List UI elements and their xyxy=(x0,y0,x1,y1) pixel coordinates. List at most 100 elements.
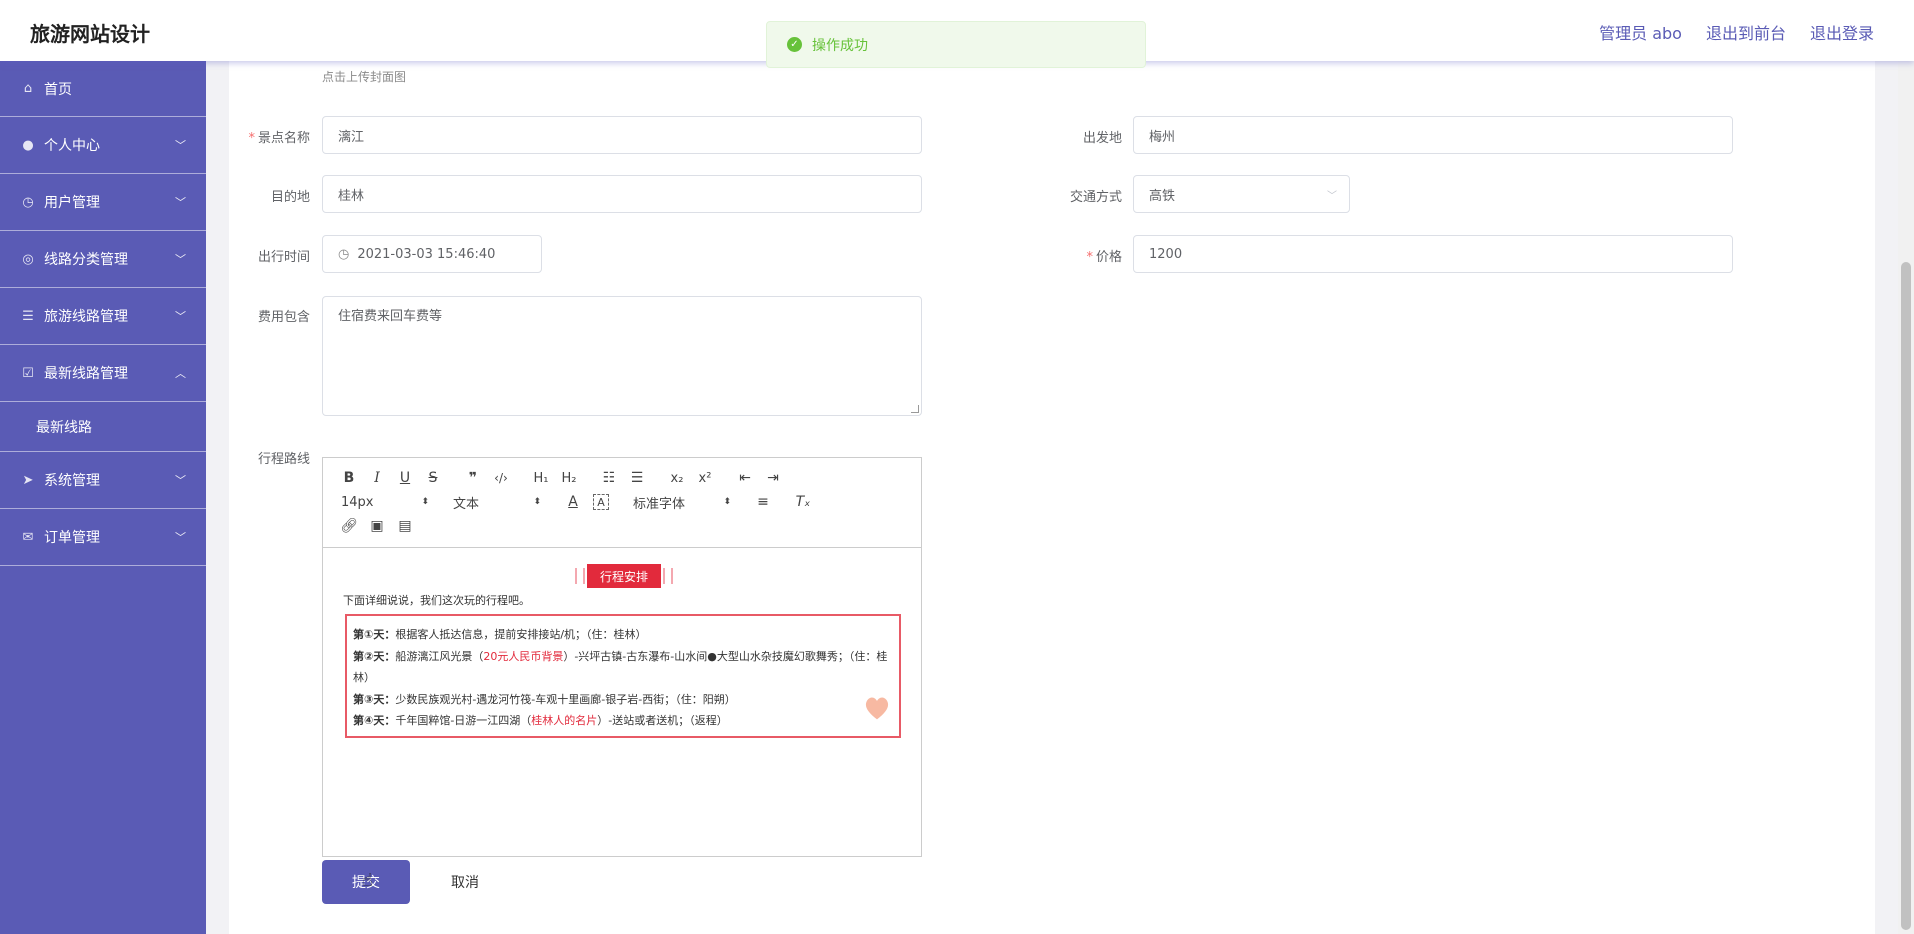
chevron-down-icon: ﹀ xyxy=(175,139,186,152)
rich-text-editor[interactable]: B I U S ❞ ‹/› H₁ H₂ ☷ ☰ x₂ x² ⇤ ⇥ 14px ⬍ … xyxy=(322,457,922,857)
mouse-pointer-icon: ☝ xyxy=(362,870,373,891)
mail-icon: ✉ xyxy=(22,529,34,545)
checkbox-icon: ☑ xyxy=(22,365,34,381)
itinerary-label: 行程路线 xyxy=(257,452,310,467)
align-icon[interactable]: ≡ xyxy=(749,491,777,513)
updown-icon: ⬍ xyxy=(533,497,541,507)
itinerary-banner: 行程安排 xyxy=(587,564,661,588)
toast-message: 操作成功 xyxy=(812,37,868,54)
editor-toolbar: B I U S ❞ ‹/› H₁ H₂ ☷ ☰ x₂ x² ⇤ ⇥ 14px ⬍ … xyxy=(323,458,921,548)
fee-includes-label: 费用包含 xyxy=(257,310,310,325)
sidebar-item-label: 最新线路管理 xyxy=(44,366,128,382)
italic-icon[interactable]: I xyxy=(363,467,391,489)
resize-handle-icon[interactable] xyxy=(911,405,919,413)
font-color-icon[interactable]: A xyxy=(559,491,587,513)
video-icon[interactable]: ▤ xyxy=(391,515,419,537)
departure-input[interactable]: 梅州 xyxy=(1133,116,1733,154)
font-size-select[interactable]: 14px ⬍ xyxy=(335,495,435,510)
heading-2-icon[interactable]: H₂ xyxy=(555,467,583,489)
sidebar-item-order-management[interactable]: ✉ 订单管理 ﹀ xyxy=(0,509,206,566)
transport-select[interactable]: 高铁 ﹀ xyxy=(1133,175,1350,213)
sidebar-item-tour-routes[interactable]: ☰ 旅游线路管理 ﹀ xyxy=(0,288,206,345)
sidebar-item-latest-routes-management[interactable]: ☑ 最新线路管理 ︿ xyxy=(0,345,206,402)
compass-icon: ◎ xyxy=(22,251,34,267)
top-links: 管理员 abo 退出到前台 退出登录 xyxy=(1599,20,1874,44)
success-toast: ✓ 操作成功 xyxy=(766,21,1146,68)
fee-includes-textarea[interactable]: 住宿费来回车费等 xyxy=(322,296,922,416)
decoration xyxy=(575,568,585,584)
exit-to-frontend-link[interactable]: 退出到前台 xyxy=(1706,20,1786,44)
sidebar-item-label: 个人中心 xyxy=(44,138,100,154)
travel-time-label: 出行时间 xyxy=(257,250,310,265)
sidebar-item-label: 用户管理 xyxy=(44,195,100,211)
app-title: 旅游网站设计 xyxy=(30,22,150,46)
blockquote-icon[interactable]: ❞ xyxy=(459,467,487,489)
price-label: * 价格 xyxy=(1086,250,1122,265)
clock-icon: ◷ xyxy=(22,194,34,210)
image-icon[interactable]: ▣ xyxy=(363,515,391,537)
sidebar-item-user-management[interactable]: ◷ 用户管理 ﹀ xyxy=(0,174,206,231)
departure-label: 出发地 xyxy=(1082,131,1122,146)
itinerary-box: 第①天：根据客人抵达信息，提前安排接站/机；（住：桂林） 第②天：船游漓江风光景… xyxy=(345,614,901,738)
outdent-icon[interactable]: ⇤ xyxy=(731,467,759,489)
logout-link[interactable]: 退出登录 xyxy=(1810,20,1874,44)
link-icon[interactable]: 🔗︎ xyxy=(335,515,363,537)
chevron-down-icon: ﹀ xyxy=(175,253,186,266)
bold-icon[interactable]: B xyxy=(335,467,363,489)
itinerary-day: 第④天：千年国粹馆-日游一江四湖（桂林人的名片）-送站或者送机；（返程） xyxy=(353,714,728,727)
sidebar-item-label: 线路分类管理 xyxy=(44,252,128,268)
clock-icon: ◷ xyxy=(338,246,350,262)
admin-user-link[interactable]: 管理员 abo xyxy=(1599,20,1682,44)
price-input[interactable]: 1200 xyxy=(1133,235,1733,273)
code-block-icon[interactable]: ‹/› xyxy=(487,467,515,489)
sidebar-item-route-category[interactable]: ◎ 线路分类管理 ﹀ xyxy=(0,231,206,288)
chevron-down-icon: ﹀ xyxy=(175,474,186,487)
scrollbar-thumb[interactable] xyxy=(1901,262,1911,930)
subscript-icon[interactable]: x₂ xyxy=(663,467,691,489)
check-circle-icon: ✓ xyxy=(787,37,802,52)
heading-1-icon[interactable]: H₁ xyxy=(527,467,555,489)
destination-input[interactable]: 桂林 xyxy=(322,175,922,213)
itinerary-day: 第②天：船游漓江风光景（20元人民币背景）-兴坪古镇-古东瀑布-山水间●大型山水… xyxy=(353,649,888,685)
superscript-icon[interactable]: x² xyxy=(691,467,719,489)
sliders-icon: ☰ xyxy=(22,308,34,324)
underline-icon[interactable]: U xyxy=(391,467,419,489)
font-family-select[interactable]: 标准字体 ⬍ xyxy=(627,493,737,512)
cover-upload-hint[interactable]: 点击上传封面图 xyxy=(322,68,406,85)
spot-name-input[interactable]: 漓江 xyxy=(322,116,922,154)
sidebar: ⌂ 首页 ● 个人中心 ﹀ ◷ 用户管理 ﹀ ◎ 线路分类管理 ﹀ ☰ 旅游线路… xyxy=(0,61,206,934)
updown-icon: ⬍ xyxy=(723,497,731,507)
strikethrough-icon[interactable]: S xyxy=(419,467,447,489)
chevron-down-icon: ﹀ xyxy=(175,310,186,323)
travel-time-picker[interactable]: ◷ 2021-03-03 15:46:40 xyxy=(322,235,542,273)
sidebar-subitem-latest-routes[interactable]: 最新线路 xyxy=(0,402,206,452)
bullet-list-icon[interactable]: ☰ xyxy=(623,467,651,489)
chevron-down-icon: ﹀ xyxy=(175,196,186,209)
sidebar-item-system-management[interactable]: ➤ 系统管理 ﹀ xyxy=(0,452,206,509)
sidebar-item-label: 系统管理 xyxy=(44,473,100,489)
home-icon: ⌂ xyxy=(23,81,33,96)
ordered-list-icon[interactable]: ☷ xyxy=(595,467,623,489)
sidebar-item-home[interactable]: ⌂ 首页 xyxy=(0,61,206,117)
heart-icon xyxy=(865,697,889,720)
chevron-down-icon: ﹀ xyxy=(1327,190,1337,202)
sidebar-item-label: 订单管理 xyxy=(44,530,100,546)
sidebar-item-label: 首页 xyxy=(44,81,72,98)
cancel-button[interactable]: 取消 xyxy=(430,860,500,904)
sidebar-item-label: 旅游线路管理 xyxy=(44,309,128,325)
send-icon: ➤ xyxy=(22,472,34,488)
itinerary-day: 第③天：少数民族观光村-遇龙河竹筏-车观十里画廊-银子岩-西街；（住：阳朔） xyxy=(353,692,736,706)
updown-icon: ⬍ xyxy=(421,497,429,507)
sidebar-item-personal-center[interactable]: ● 个人中心 ﹀ xyxy=(0,117,206,174)
decoration xyxy=(663,568,673,584)
background-color-icon[interactable]: A xyxy=(593,494,609,510)
editor-content[interactable]: 行程安排 下面详细说说，我们这次玩的行程吧。 第①天：根据客人抵达信息，提前安排… xyxy=(323,548,921,856)
itinerary-intro: 下面详细说说，我们这次玩的行程吧。 xyxy=(343,594,530,607)
destination-label: 目的地 xyxy=(270,190,310,205)
clear-format-icon[interactable]: Tₓ xyxy=(789,491,817,513)
itinerary-day: 第①天：根据客人抵达信息，提前安排接站/机；（住：桂林） xyxy=(353,628,647,641)
indent-icon[interactable]: ⇥ xyxy=(759,467,787,489)
chevron-up-icon: ︿ xyxy=(175,367,186,380)
spot-name-label: * 景点名称 xyxy=(248,131,310,146)
text-type-select[interactable]: 文本 ⬍ xyxy=(447,493,547,512)
